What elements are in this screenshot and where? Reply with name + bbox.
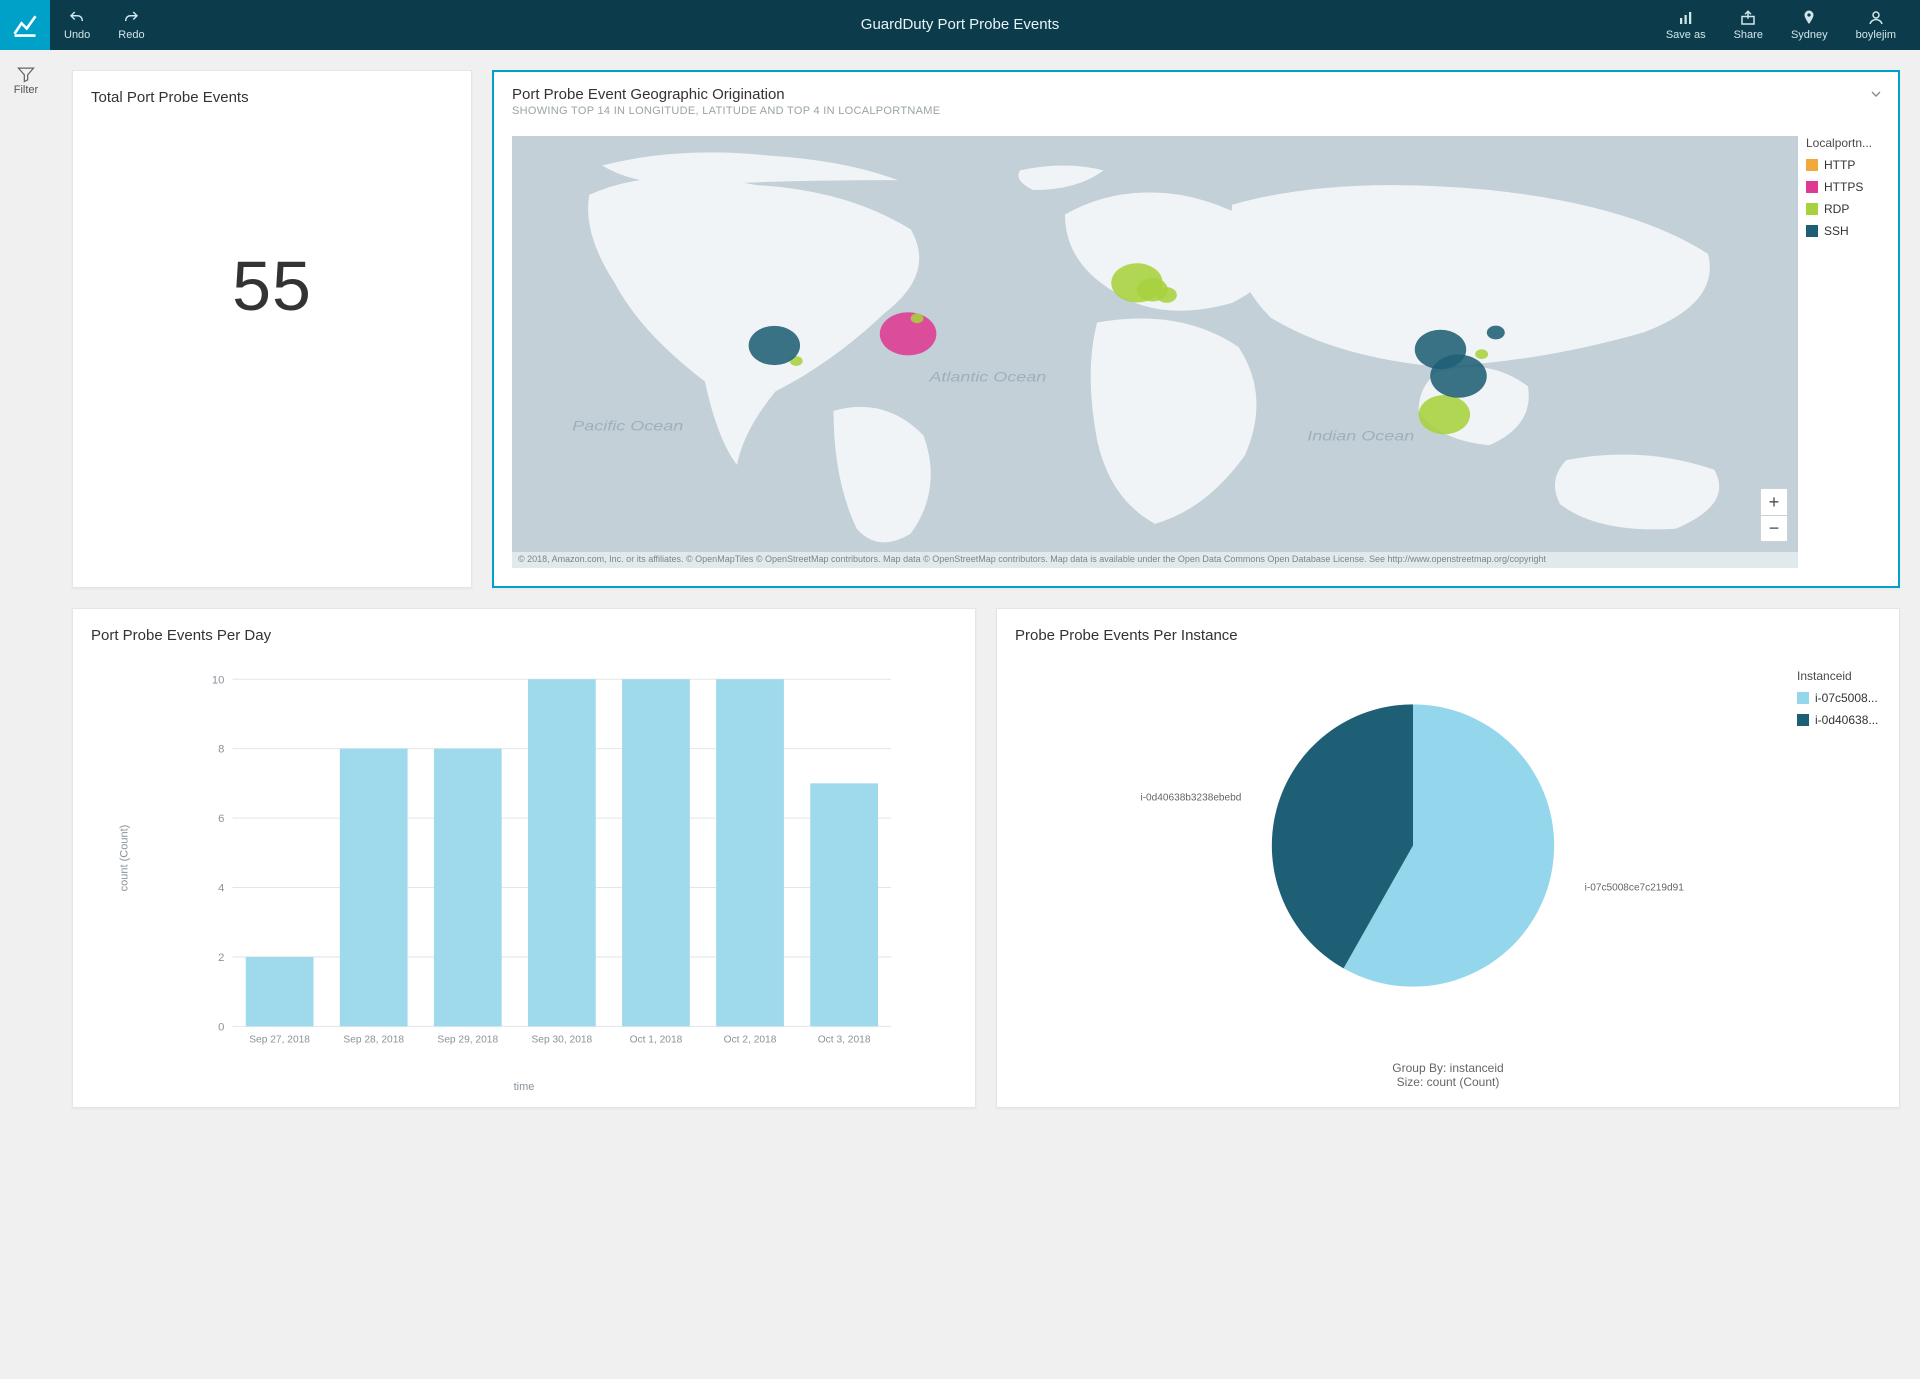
dashboard-canvas: Total Port Probe Events 55 Port Probe Ev…: [52, 50, 1920, 1379]
svg-text:Sep 30, 2018: Sep 30, 2018: [532, 1035, 593, 1046]
svg-text:Sep 28, 2018: Sep 28, 2018: [343, 1035, 404, 1046]
filter-button[interactable]: Filter: [14, 64, 38, 96]
card-pie: Probe Probe Events Per Instance i-07c500…: [996, 608, 1900, 1108]
pie-caption: Group By: instanceid Size: count (Count): [997, 1061, 1899, 1089]
pie-legend: Instanceid i-07c5008... i-0d40638...: [1797, 669, 1885, 735]
map-bubble[interactable]: [1419, 395, 1470, 434]
svg-text:2: 2: [218, 952, 224, 964]
bar-chart-icon: [1677, 9, 1695, 27]
card-bar: Port Probe Events Per Day count (Count) …: [72, 608, 976, 1108]
filter-label: Filter: [14, 84, 38, 96]
pie-chart: i-07c5008ce7c219d91 i-0d40638b3238ebebd: [1067, 664, 1759, 1027]
user-label: boylejim: [1856, 29, 1896, 41]
map-bubble[interactable]: [749, 326, 800, 365]
zoom-in-button[interactable]: +: [1761, 489, 1787, 515]
card-total-title: Total Port Probe Events: [91, 89, 453, 106]
pie-caption-2: Size: count (Count): [997, 1075, 1899, 1089]
svg-text:Oct 1, 2018: Oct 1, 2018: [630, 1035, 683, 1046]
map-zoom-control: + −: [1760, 488, 1788, 542]
pie-legend-item[interactable]: i-07c5008...: [1797, 691, 1885, 705]
undo-button[interactable]: Undo: [50, 0, 104, 50]
pie-legend-title: Instanceid: [1797, 669, 1885, 683]
page-title: GuardDuty Port Probe Events: [861, 0, 1059, 50]
bar[interactable]: [716, 679, 784, 1026]
map-bubble[interactable]: [1487, 326, 1505, 340]
map-expand-button[interactable]: [1868, 86, 1884, 105]
svg-text:10: 10: [212, 674, 224, 686]
bar[interactable]: [528, 679, 596, 1026]
top-toolbar: Undo Redo GuardDuty Port Probe Events Sa…: [0, 0, 1920, 50]
map-legend-item[interactable]: HTTPS: [1806, 180, 1886, 194]
svg-text:6: 6: [218, 813, 224, 825]
indian-ocean-label: Indian Ocean: [1307, 429, 1414, 444]
user-menu[interactable]: boylejim: [1842, 0, 1910, 50]
share-label: Share: [1734, 29, 1763, 41]
bar[interactable]: [434, 749, 502, 1027]
pacific-ocean-label: Pacific Ocean: [572, 419, 683, 434]
map-attribution: © 2018, Amazon.com, Inc. or its affiliat…: [512, 552, 1798, 568]
svg-text:Oct 2, 2018: Oct 2, 2018: [724, 1035, 777, 1046]
map-legend-item[interactable]: HTTP: [1806, 158, 1886, 172]
svg-text:Oct 3, 2018: Oct 3, 2018: [818, 1035, 871, 1046]
map-legend-title: Localportn...: [1806, 136, 1886, 150]
left-sidebar: Filter: [0, 50, 52, 1379]
map-legend-item[interactable]: RDP: [1806, 202, 1886, 216]
map-subtitle: SHOWING TOP 14 IN LONGITUDE, LATITUDE AN…: [512, 105, 1880, 117]
bar-chart: 0 2 4 6 8 10 Sep 27, 2018 Sep 28, 2018 Sep 29, 2…: [133, 669, 955, 1057]
save-as-button[interactable]: Save as: [1652, 0, 1720, 50]
chevron-down-icon: [1868, 86, 1884, 102]
map-legend: Localportn... HTTP HTTPS RDP SSH: [1806, 136, 1886, 246]
undo-label: Undo: [64, 29, 90, 41]
bar[interactable]: [622, 679, 690, 1026]
app-logo[interactable]: [0, 0, 50, 50]
svg-text:4: 4: [218, 883, 224, 895]
pie-legend-item[interactable]: i-0d40638...: [1797, 713, 1885, 727]
atlantic-ocean-label: Atlantic Ocean: [928, 370, 1046, 385]
world-map[interactable]: Pacific Ocean Atlantic Ocean Indian Ocea…: [512, 136, 1798, 568]
pie-title: Probe Probe Events Per Instance: [1015, 627, 1881, 644]
map-legend-item[interactable]: SSH: [1806, 224, 1886, 238]
pie-slice-label: i-07c5008ce7c219d91: [1585, 883, 1685, 894]
total-value: 55: [91, 246, 453, 326]
svg-text:Sep 29, 2018: Sep 29, 2018: [437, 1035, 498, 1046]
pie-caption-1: Group By: instanceid: [997, 1061, 1899, 1075]
quicksight-icon: [11, 11, 39, 39]
map-bubble[interactable]: [1430, 355, 1487, 398]
svg-text:Sep 27, 2018: Sep 27, 2018: [249, 1035, 310, 1046]
redo-label: Redo: [118, 29, 144, 41]
location-icon: [1800, 9, 1818, 27]
card-map: Port Probe Event Geographic Origination …: [492, 70, 1900, 588]
filter-icon: [16, 64, 36, 84]
share-icon: [1739, 9, 1757, 27]
region-label: Sydney: [1791, 29, 1828, 41]
zoom-out-button[interactable]: −: [1761, 515, 1787, 541]
share-button[interactable]: Share: [1720, 0, 1777, 50]
bar[interactable]: [810, 783, 878, 1026]
bar-title: Port Probe Events Per Day: [91, 627, 957, 644]
user-icon: [1867, 9, 1885, 27]
save-as-label: Save as: [1666, 29, 1706, 41]
map-title: Port Probe Event Geographic Origination: [512, 86, 1880, 103]
bar-ylabel: count (Count): [118, 825, 130, 892]
undo-icon: [68, 9, 86, 27]
pie-slice-label: i-0d40638b3238ebebd: [1140, 792, 1241, 803]
svg-text:0: 0: [218, 1021, 224, 1033]
bar[interactable]: [246, 957, 314, 1026]
map-bubble[interactable]: [911, 313, 924, 323]
map-bubble[interactable]: [880, 312, 937, 355]
bar[interactable]: [340, 749, 408, 1027]
card-total-port-probe: Total Port Probe Events 55: [72, 70, 472, 588]
bar-xlabel: time: [73, 1081, 975, 1093]
map-bubble[interactable]: [1156, 287, 1177, 303]
svg-text:8: 8: [218, 744, 224, 756]
redo-button[interactable]: Redo: [104, 0, 158, 50]
redo-icon: [122, 9, 140, 27]
map-bubble[interactable]: [1475, 349, 1488, 359]
region-selector[interactable]: Sydney: [1777, 0, 1842, 50]
